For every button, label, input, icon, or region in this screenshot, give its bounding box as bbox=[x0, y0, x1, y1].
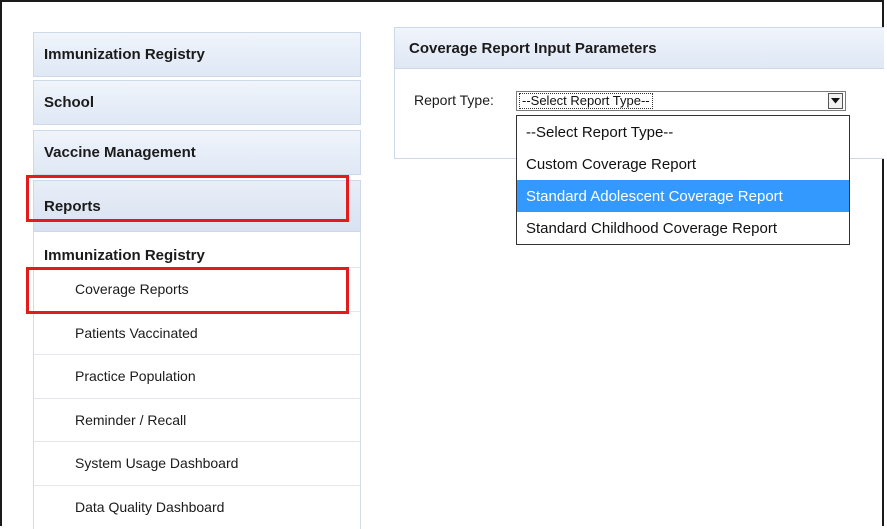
dropdown-option[interactable]: Standard Childhood Coverage Report bbox=[517, 212, 849, 244]
nav-immunization-registry[interactable]: Immunization Registry bbox=[33, 32, 361, 77]
nav-school[interactable]: School bbox=[33, 80, 361, 125]
nav-vaccine-management[interactable]: Vaccine Management bbox=[33, 130, 361, 175]
nav-label: School bbox=[44, 94, 95, 111]
nav-reports[interactable]: Reports bbox=[33, 180, 361, 232]
nav-label: Reports bbox=[44, 197, 101, 215]
submenu-item-label: Coverage Reports bbox=[75, 281, 189, 297]
select-current-value: --Select Report Type-- bbox=[519, 93, 653, 109]
submenu-item-patients-vaccinated[interactable]: Patients Vaccinated bbox=[34, 311, 360, 354]
reports-submenu: Immunization Registry Coverage Reports P… bbox=[33, 232, 361, 529]
submenu-item-label: Patients Vaccinated bbox=[75, 325, 198, 341]
panel-title: Coverage Report Input Parameters bbox=[395, 28, 884, 69]
report-type-dropdown-list: --Select Report Type-- Custom Coverage R… bbox=[516, 115, 850, 245]
dropdown-option[interactable]: Custom Coverage Report bbox=[517, 148, 849, 180]
report-type-label: Report Type: bbox=[414, 92, 494, 108]
dropdown-option[interactable]: --Select Report Type-- bbox=[517, 116, 849, 148]
submenu-item-label: Practice Population bbox=[75, 368, 196, 384]
submenu-item-label: Reminder / Recall bbox=[75, 412, 187, 428]
submenu-item-system-usage-dashboard[interactable]: System Usage Dashboard bbox=[34, 441, 360, 484]
submenu-item-label: System Usage Dashboard bbox=[75, 455, 239, 471]
submenu-item-coverage-reports[interactable]: Coverage Reports bbox=[34, 267, 360, 310]
nav-label: Vaccine Management bbox=[44, 144, 196, 161]
dropdown-option-highlighted[interactable]: Standard Adolescent Coverage Report bbox=[517, 180, 849, 212]
report-type-select[interactable]: --Select Report Type-- bbox=[516, 91, 846, 111]
submenu-item-reminder-recall[interactable]: Reminder / Recall bbox=[34, 398, 360, 441]
nav-label: Immunization Registry bbox=[44, 46, 205, 63]
submenu-item-data-quality-dashboard[interactable]: Data Quality Dashboard bbox=[34, 485, 360, 528]
submenu-item-label: Data Quality Dashboard bbox=[75, 499, 225, 515]
chevron-down-icon[interactable] bbox=[828, 93, 843, 109]
submenu-item-practice-population[interactable]: Practice Population bbox=[34, 354, 360, 397]
